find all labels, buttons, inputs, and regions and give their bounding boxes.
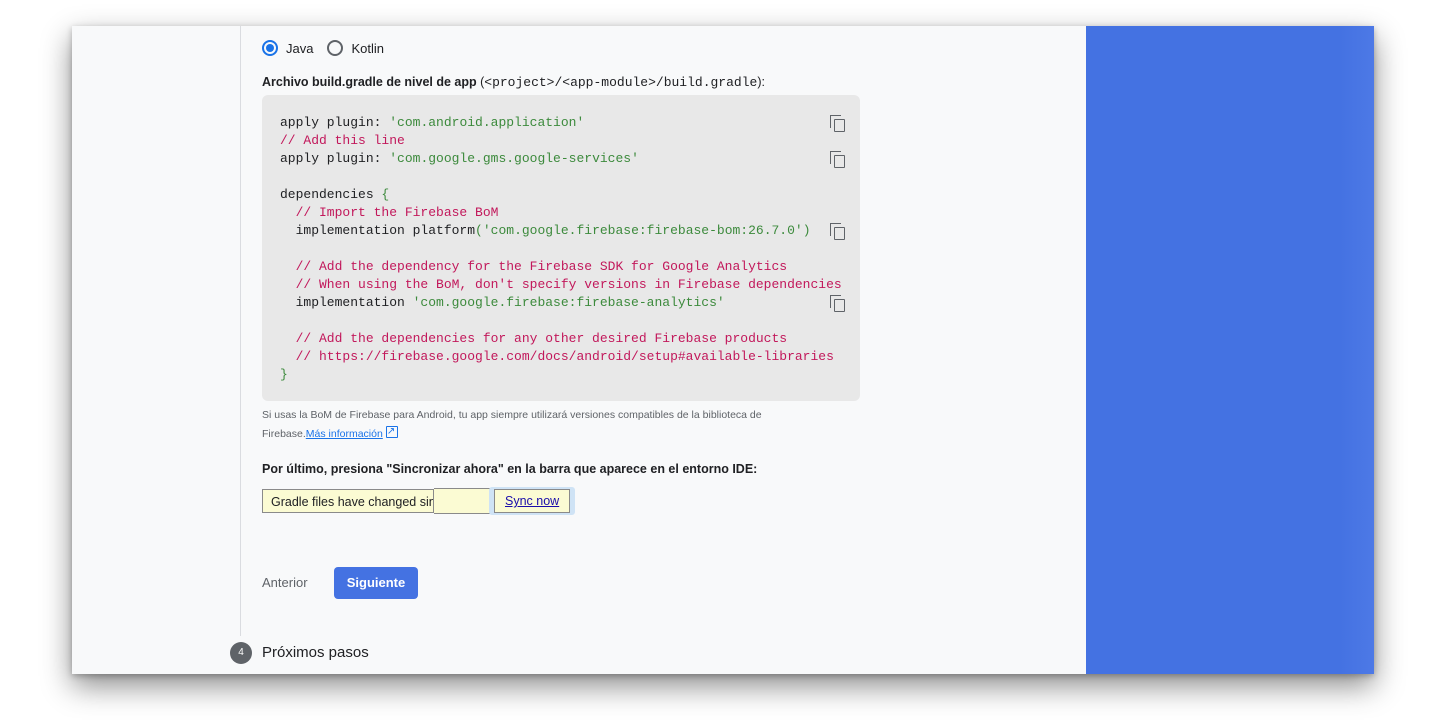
code-token: apply plugin xyxy=(280,151,374,166)
file-label: Archivo build.gradle de nivel de app (<p… xyxy=(262,75,765,90)
code-paren: ) xyxy=(802,223,811,238)
next-button[interactable]: Siguiente xyxy=(334,567,418,599)
java-radio[interactable] xyxy=(262,40,278,56)
java-radio-label[interactable]: Java xyxy=(286,41,313,56)
code-comment: // Add the dependencies for any other de… xyxy=(280,331,788,346)
code-block: apply plugin: 'com.android.application' … xyxy=(262,95,860,401)
code-token: dependencies xyxy=(280,187,382,202)
next-step-title[interactable]: Próximos pasos xyxy=(262,644,369,661)
side-panel xyxy=(1086,26,1374,674)
final-instruction: Por último, presiona "Sincronizar ahora"… xyxy=(262,462,758,476)
code-brace: } xyxy=(280,367,288,382)
app-window: Java Kotlin Archivo build.gradle de nive… xyxy=(72,26,1374,674)
code-string: 'com.android.application' xyxy=(389,115,585,130)
code-string: 'com.google.firebase:firebase-analytics' xyxy=(412,295,725,310)
previous-button[interactable]: Anterior xyxy=(262,575,308,590)
copy-icon[interactable] xyxy=(830,151,845,168)
more-info-link[interactable]: Más información xyxy=(306,428,383,440)
file-label-bold: Archivo build.gradle de nivel de app xyxy=(262,75,477,89)
step-number-badge: 4 xyxy=(230,642,252,664)
code-token: : xyxy=(373,151,390,166)
code-token: apply plugin xyxy=(280,115,374,130)
kotlin-radio-label[interactable]: Kotlin xyxy=(351,41,384,56)
stepper-line xyxy=(240,26,241,636)
language-radio-group: Java Kotlin xyxy=(262,40,398,56)
code-comment: // https://firebase.google.com/docs/andr… xyxy=(280,349,834,364)
sync-highlight: Sync now xyxy=(489,487,576,515)
code-brace: { xyxy=(381,187,390,202)
code-comment: // Add this line xyxy=(280,133,405,148)
file-label-path: <project>/<app-module>/build.gradle xyxy=(484,75,758,90)
kotlin-radio[interactable] xyxy=(327,40,344,56)
code-text: apply plugin: 'com.android.application' … xyxy=(280,114,842,384)
sync-now-link[interactable]: Sync now xyxy=(494,489,571,513)
copy-icon[interactable] xyxy=(830,295,845,312)
code-paren: ( xyxy=(475,223,483,238)
gradle-sync-bar: Gradle files have changed since Sync now xyxy=(262,487,576,515)
code-comment: // Import the Firebase BoM xyxy=(280,205,499,220)
gradle-bar-filler xyxy=(434,488,491,514)
code-token: implementation xyxy=(280,295,413,310)
external-link-icon[interactable] xyxy=(385,422,398,441)
code-token: implementation platform xyxy=(280,223,476,238)
copy-icon[interactable] xyxy=(830,223,845,240)
code-token: : xyxy=(373,115,390,130)
code-string: 'com.google.firebase:firebase-bom:26.7.0… xyxy=(482,223,803,238)
bom-note: Si usas la BoM de Firebase para Android,… xyxy=(262,406,802,444)
code-comment: // When using the BoM, don't specify ver… xyxy=(280,277,842,292)
code-comment: // Add the dependency for the Firebase S… xyxy=(280,259,788,274)
code-string: 'com.google.gms.google-services' xyxy=(389,151,639,166)
file-label-close: ): xyxy=(757,75,765,89)
gradle-message: Gradle files have changed since xyxy=(262,489,434,513)
copy-icon[interactable] xyxy=(830,115,845,132)
